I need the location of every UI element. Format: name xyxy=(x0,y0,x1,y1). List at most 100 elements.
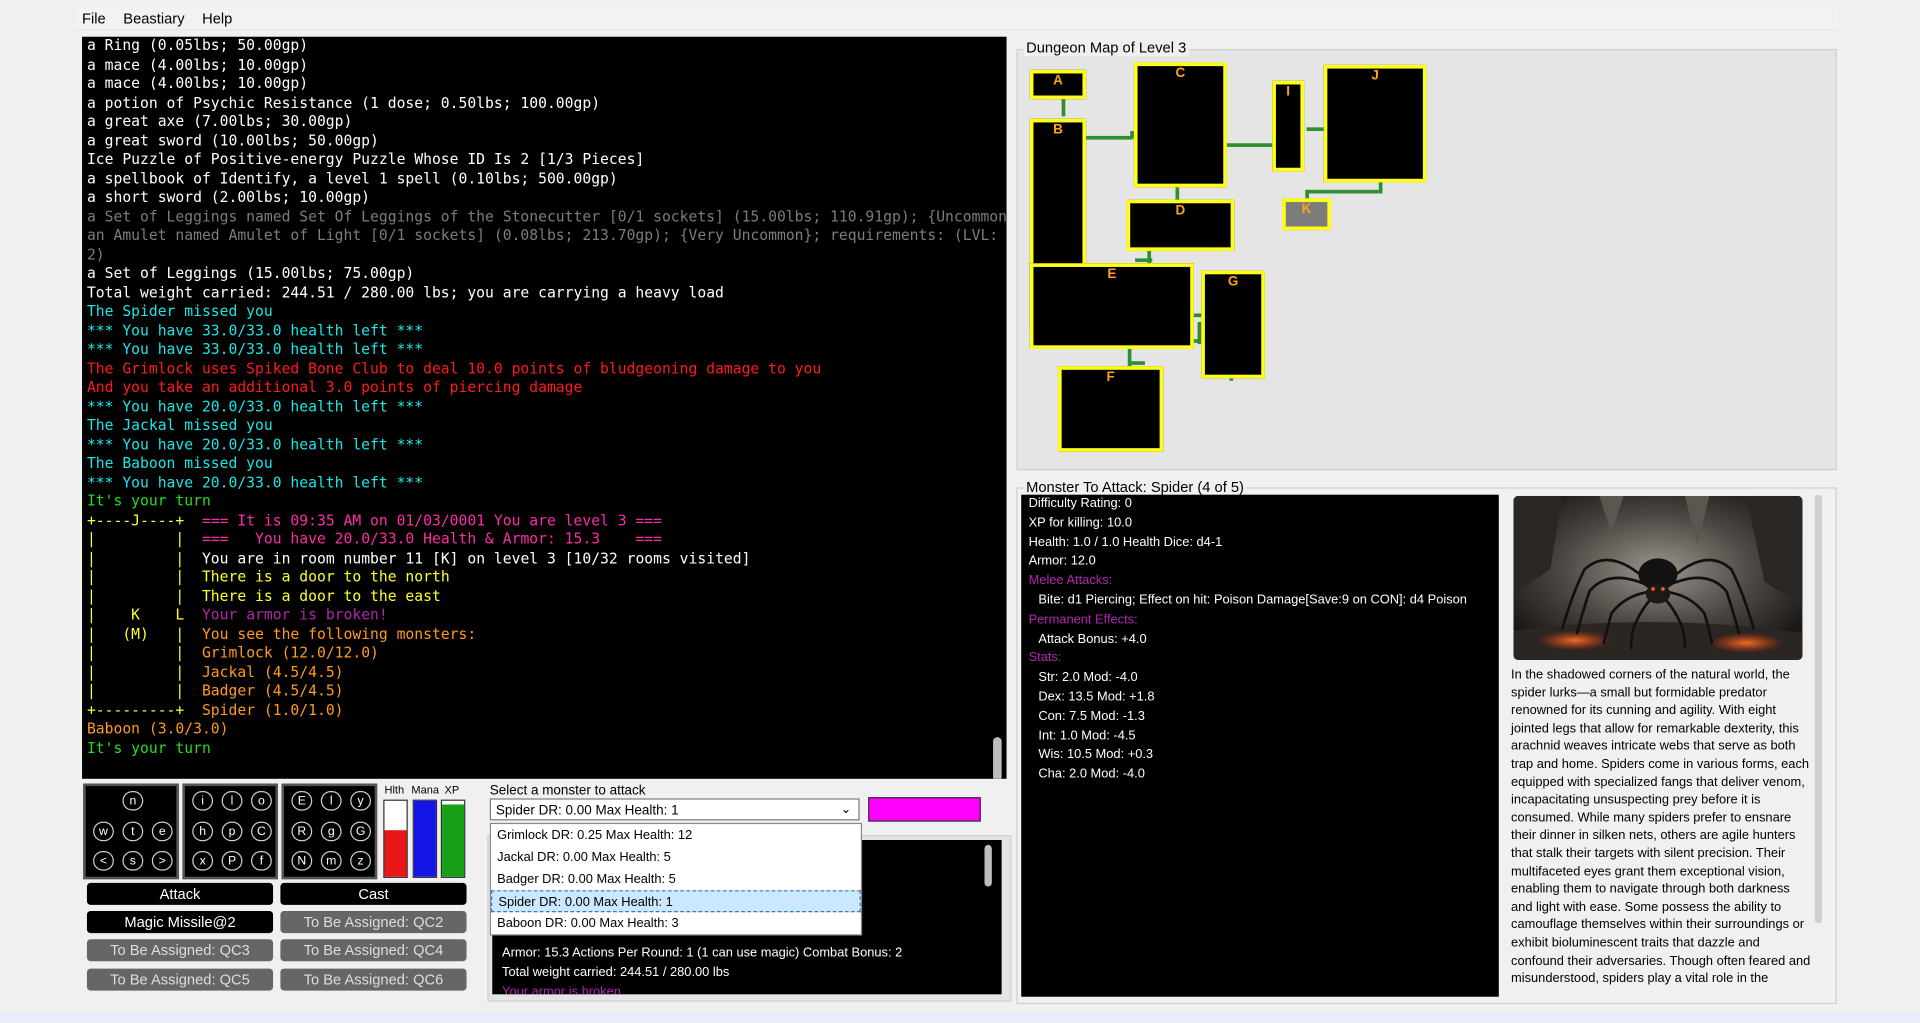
ascii-map-segment: | (M) | xyxy=(86,625,185,643)
key-button[interactable]: m xyxy=(320,851,342,871)
map-room-g: G xyxy=(1201,270,1265,379)
map-corridor xyxy=(1135,258,1153,263)
console-line: 2) xyxy=(82,246,1006,265)
monster-option[interactable]: Grimlock DR: 0.25 Max Health: 12 xyxy=(491,824,861,846)
console-line: The Jackal missed you xyxy=(82,416,1006,435)
key-button[interactable]: y xyxy=(350,791,372,811)
console-text: Jackal (4.5/4.5) xyxy=(201,663,344,681)
key-button[interactable]: z xyxy=(350,851,372,871)
monster-stat-line: Wis: 10.5 Mod: +0.3 xyxy=(1038,747,1154,763)
key-button[interactable]: s xyxy=(122,851,144,871)
ascii-map-segment: +----J----+ xyxy=(86,511,185,529)
console-line: Baboon (3.0/3.0) xyxy=(82,720,1006,739)
ascii-map-segment: | | xyxy=(86,682,185,700)
monster-option[interactable]: Badger DR: 0.00 Max Health: 5 xyxy=(491,868,861,890)
key-button[interactable]: f xyxy=(251,851,272,871)
console-text: Spider (1.0/1.0) xyxy=(201,701,344,719)
console-line: Total weight carried: 244.51 / 280.00 lb… xyxy=(82,283,1006,302)
quickcast-5-button[interactable]: To Be Assigned: QC5 xyxy=(86,968,274,991)
game-console: a Ring (0.05lbs; 50.00gp) a mace (4.00lbs… xyxy=(82,36,1007,779)
console-text: a great sword (10.00lbs; 50.00gp) xyxy=(86,131,379,149)
console-text: a mace (4.00lbs; 10.00gp) xyxy=(86,74,309,92)
key-button[interactable]: C xyxy=(251,821,272,841)
console-line: | | Jackal (4.5/4.5) xyxy=(82,663,1006,682)
key-button[interactable]: h xyxy=(192,821,214,841)
console-line: an Amulet named Amulet of Light [0/1 soc… xyxy=(82,227,1006,246)
map-room-label: K xyxy=(1301,202,1312,217)
map-corridor xyxy=(1226,143,1276,147)
console-line: It's your turn xyxy=(82,739,1006,758)
map-room-label: J xyxy=(1371,68,1379,84)
attack-button[interactable]: Attack xyxy=(86,882,274,905)
key-button[interactable]: N xyxy=(291,851,313,871)
quickcast-2-button[interactable]: To Be Assigned: QC2 xyxy=(280,911,467,934)
key-button[interactable]: < xyxy=(93,851,114,871)
key-button[interactable]: l xyxy=(320,791,342,811)
menu-file[interactable]: File xyxy=(76,7,113,27)
monster-stat-line: Str: 2.0 Mod: -4.0 xyxy=(1038,670,1138,685)
console-line: a great sword (10.00lbs; 50.00gp) xyxy=(82,132,1006,151)
console-line: | | You are in room number 11 [K] on lev… xyxy=(82,549,1006,568)
status-scrollbar[interactable] xyxy=(984,844,992,887)
monster-stat-line: Difficulty Rating: 0 xyxy=(1028,495,1132,511)
monster-stat-line: Armor: 12.0 xyxy=(1028,553,1096,569)
console-text: It's your turn xyxy=(86,492,211,510)
key-button[interactable]: g xyxy=(320,821,342,841)
description-scrollbar[interactable] xyxy=(1814,494,1823,924)
console-scrollbar[interactable] xyxy=(993,737,1002,779)
ascii-map-segment: | K L xyxy=(86,606,185,624)
monster-image xyxy=(1513,495,1803,661)
key-button[interactable]: o xyxy=(251,791,272,811)
console-line: *** You have 20.0/33.0 health left *** xyxy=(82,435,1006,454)
console-text: There is a door to the north xyxy=(201,568,450,586)
key-button[interactable]: w xyxy=(93,821,114,842)
key-button[interactable]: G xyxy=(350,821,372,841)
quickcast-4-button[interactable]: To Be Assigned: QC4 xyxy=(280,939,467,962)
key-button[interactable]: p xyxy=(221,821,243,841)
armor-line: Armor: 15.3 Actions Per Round: 1 (1 can … xyxy=(502,945,903,961)
monster-select[interactable]: Spider DR: 0.00 Max Health: 1 ⌄ xyxy=(489,798,860,821)
key-button[interactable]: i xyxy=(192,791,214,811)
console-line: *** You have 33.0/33.0 health left *** xyxy=(82,321,1006,340)
console-line: a mace (4.00lbs; 10.00gp) xyxy=(82,56,1006,75)
key-button[interactable]: e xyxy=(151,821,173,842)
console-line: The Spider missed you xyxy=(82,302,1006,321)
chevron-down-icon: ⌄ xyxy=(840,803,852,817)
monster-stat-line: Health: 1.0 / 1.0 Health Dice: d4-1 xyxy=(1028,534,1223,550)
map-room-i: I xyxy=(1272,80,1305,172)
key-button[interactable]: l xyxy=(221,791,243,811)
console-line: a Set of Leggings named Set Of Leggings … xyxy=(82,207,1007,227)
quickcast-6-button[interactable]: To Be Assigned: QC6 xyxy=(280,968,467,991)
map-room-f: F xyxy=(1057,366,1164,452)
quickcast-3-button[interactable]: To Be Assigned: QC3 xyxy=(86,939,274,962)
key-button[interactable]: x xyxy=(192,851,214,871)
key-button[interactable]: E xyxy=(291,791,313,811)
console-line: The Grimlock uses Spiked Bone Club to de… xyxy=(82,359,1006,378)
monster-option[interactable]: Spider DR: 0.00 Max Health: 1 xyxy=(491,890,861,913)
console-text: a Set of Leggings named Set Of Leggings … xyxy=(86,207,1007,225)
cast-button[interactable]: Cast xyxy=(280,882,467,905)
monster-option[interactable]: Jackal DR: 0.00 Max Health: 5 xyxy=(491,846,861,868)
monster-option[interactable]: Baboon DR: 0.00 Max Health: 3 xyxy=(491,912,861,934)
menu-help[interactable]: Help xyxy=(196,7,240,27)
menu-beastiary[interactable]: Beastiary xyxy=(117,7,192,27)
console-line: The Baboon missed you xyxy=(82,454,1006,473)
console-line: a Set of Leggings (15.00lbs; 75.00gp) xyxy=(82,264,1006,283)
console-text: And you take an additional 3.0 points of… xyxy=(86,378,583,396)
key-button[interactable]: t xyxy=(122,821,144,842)
console-text: a short sword (2.00lbs; 10.00gp) xyxy=(86,188,371,206)
key-button[interactable]: n xyxy=(122,791,144,811)
keypad-actions: ilo hpCxPf xyxy=(182,783,278,880)
key-button[interactable]: > xyxy=(151,851,173,871)
dungeon-map-title: Dungeon Map of Level 3 xyxy=(1023,39,1189,57)
console-line: a short sword (2.00lbs; 10.00gp) xyxy=(82,189,1006,208)
console-text: a spellbook of Identify, a level 1 spell… xyxy=(86,169,618,187)
map-room-k: K xyxy=(1282,198,1332,231)
console-text: The Spider missed you xyxy=(86,302,273,320)
key-button[interactable]: R xyxy=(291,821,313,841)
quickcast-1-button[interactable]: Magic Missile@2 xyxy=(86,911,274,934)
console-text: The Grimlock uses Spiked Bone Club to de… xyxy=(86,359,822,377)
map-corridor xyxy=(1083,135,1133,140)
console-text: an Amulet named Amulet of Light [0/1 soc… xyxy=(86,226,999,244)
key-button[interactable]: P xyxy=(221,851,243,871)
